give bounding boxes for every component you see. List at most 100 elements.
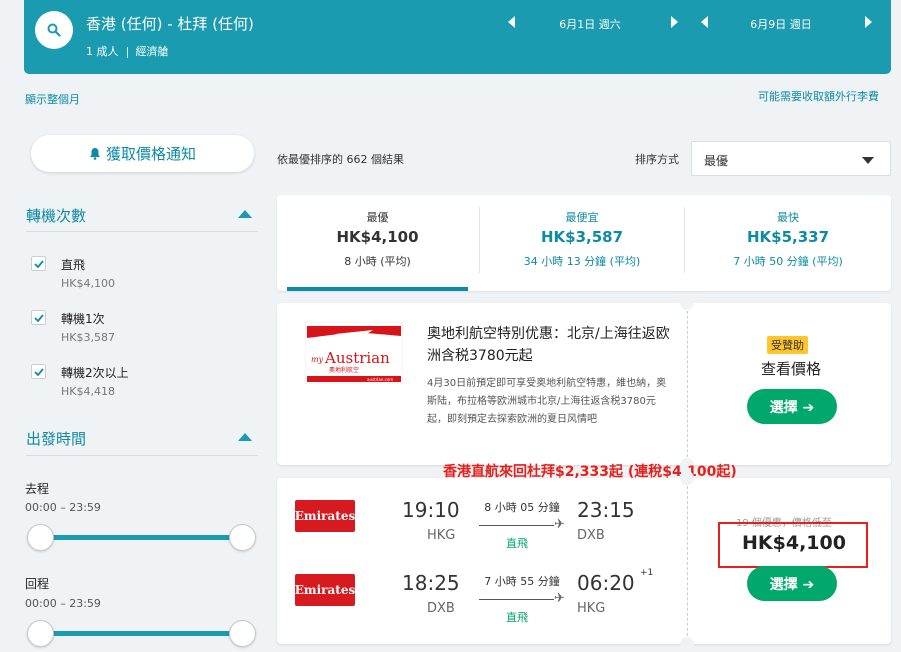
return-slider-min-handle[interactable] — [27, 620, 54, 647]
sort-dropdown[interactable]: 最優 — [691, 141, 891, 176]
ticket-notch — [680, 637, 694, 651]
outbound-range: 00:00 – 23:59 — [25, 501, 101, 514]
emirates-logo: Emirates — [295, 500, 355, 532]
leg2-arrive-time: 06:20 — [577, 571, 635, 595]
baggage-fees-link[interactable]: 可能需要收取額外行李費 — [758, 88, 879, 104]
next-depart-date-icon[interactable] — [671, 16, 678, 28]
leg1-stops: 直飛 — [506, 537, 528, 550]
sponsored-ad-card[interactable]: my Austrian 奧地利航空 austrian.com 奧地利航空特別优惠… — [277, 296, 891, 472]
tab-best[interactable]: 最優 HK$4,100 8 小時 (平均) — [277, 195, 478, 291]
return-range: 00:00 – 23:59 — [25, 597, 101, 610]
ad-select-button[interactable]: 選擇 ➔ — [747, 389, 837, 424]
chevron-down-icon — [862, 157, 874, 164]
flight-path-line — [479, 599, 554, 600]
return-label: 回程 — [25, 577, 50, 591]
tab-fastest[interactable]: 最快 HK$5,337 7 小時 50 分鐘 (平均) — [685, 195, 891, 291]
leg1-depart-time: 19:10 — [402, 498, 460, 522]
stops-one-price: HK$3,587 — [61, 331, 115, 344]
chevron-up-icon[interactable] — [238, 210, 252, 218]
flight-path-line — [479, 525, 554, 526]
sort-tabs: 最優 HK$4,100 8 小時 (平均) 最便宜 HK$3,587 34 小時… — [277, 195, 891, 291]
passengers: 1 成人 — [86, 45, 119, 58]
leg2-depart-time: 18:25 — [402, 571, 460, 595]
divider — [26, 231, 258, 232]
outbound-time-slider[interactable] — [40, 535, 242, 540]
sort-value: 最優 — [704, 154, 729, 168]
leg2-duration: 7 小時 55 分鐘 — [484, 575, 560, 588]
outbound-label: 去程 — [25, 482, 50, 496]
search-summary-bar[interactable]: 香港 (任何) - 杜拜 (任何) 1 成人 經濟艙 6月1日 週六 6月9日 週… — [24, 0, 891, 74]
tab-fastest-label: 最快 — [777, 211, 799, 224]
card-divider — [687, 486, 688, 636]
checkmark-icon — [33, 313, 44, 322]
return-slider-max-handle[interactable] — [229, 620, 256, 647]
flight-price: HK$4,100 — [742, 532, 846, 554]
stops-one-label[interactable]: 轉機1次 — [61, 310, 105, 327]
ad-title[interactable]: 奧地利航空特別优惠：北京/上海往返欧洲含税3780元起 — [427, 323, 672, 367]
tab-cheapest-duration: 34 小時 13 分鐘 (平均) — [523, 255, 641, 268]
search-button[interactable] — [35, 11, 73, 49]
depart-date[interactable]: 6月1日 週六 — [530, 16, 650, 32]
airplane-icon: ✈ — [554, 517, 565, 532]
flight-select-button[interactable]: 選擇 ➔ — [747, 566, 837, 601]
bell-icon — [89, 148, 100, 160]
emirates-logo: Emirates — [295, 574, 355, 606]
tab-cheapest-price: HK$3,587 — [540, 228, 624, 246]
checkmark-icon — [33, 259, 44, 268]
return-date-picker[interactable]: 6月9日 週日 — [701, 16, 872, 32]
trip-details[interactable]: 1 成人 經濟艙 — [86, 43, 169, 59]
ticket-notch — [680, 471, 694, 485]
divider — [26, 455, 258, 456]
leg1-arrive-airport: DXB — [577, 528, 605, 543]
leg2-day-offset: +1 — [640, 568, 654, 578]
sponsored-badge: 受贊助 — [767, 336, 808, 354]
leg1-depart-airport: HKG — [427, 528, 456, 543]
leg1-duration: 8 小時 05 分鐘 — [484, 501, 560, 514]
card-divider — [687, 311, 688, 457]
flight-result-card[interactable]: Emirates 19:10 HKG 8 小時 05 分鐘 ✈ 直飛 23:15… — [277, 471, 891, 651]
prev-return-date-icon[interactable] — [701, 16, 708, 28]
airplane-icon: ✈ — [554, 591, 565, 606]
stops-two-plus-price: HK$4,418 — [61, 385, 115, 398]
leg2-depart-airport: DXB — [427, 601, 455, 616]
leg2-arrive-airport: HKG — [577, 601, 606, 616]
tab-best-label: 最優 — [366, 211, 389, 224]
outbound-slider-max-handle[interactable] — [229, 524, 256, 551]
depart-date-picker[interactable]: 6月1日 週六 — [508, 16, 678, 32]
logo-brand-prefix: my — [311, 355, 324, 364]
next-return-date-icon[interactable] — [865, 16, 872, 28]
stops-nonstop-price: HK$4,100 — [61, 277, 115, 290]
price-alert-label: 獲取價格通知 — [105, 145, 196, 163]
return-date[interactable]: 6月9日 週日 — [721, 16, 841, 32]
stops-nonstop-checkbox[interactable] — [31, 256, 46, 271]
tab-best-price: HK$4,100 — [336, 228, 419, 246]
route-text[interactable]: 香港 (任何) - 杜拜 (任何) — [86, 13, 254, 34]
tab-best-duration: 8 小時 (平均) — [344, 255, 411, 268]
cabin-class: 經濟艙 — [135, 45, 169, 58]
search-icon — [47, 23, 61, 37]
view-price-text: 查看價格 — [761, 360, 822, 378]
active-tab-indicator — [287, 287, 468, 291]
leg2-stops: 直飛 — [506, 611, 528, 624]
divider — [126, 46, 128, 58]
stops-filter-title[interactable]: 轉機次數 — [26, 205, 86, 226]
times-filter-title[interactable]: 出發時間 — [26, 428, 86, 449]
stops-two-plus-label[interactable]: 轉機2次以上 — [61, 364, 129, 381]
tab-cheapest-label: 最便宜 — [565, 211, 599, 224]
show-month-link[interactable]: 顯示整個月 — [25, 91, 80, 107]
outbound-slider-min-handle[interactable] — [27, 524, 54, 551]
stops-nonstop-label[interactable]: 直飛 — [61, 256, 85, 273]
return-time-slider[interactable] — [40, 631, 242, 636]
chevron-up-icon[interactable] — [238, 433, 252, 441]
ad-description: 4月30日前預定即可享受奥地利航空特惠，維也納，奥斯陆，布拉格等欧洲城市北京/上… — [427, 378, 667, 425]
results-count: 依最優排序的 662 個結果 — [277, 153, 404, 166]
tab-fastest-duration: 7 小時 50 分鐘 (平均) — [733, 255, 843, 268]
prev-depart-date-icon[interactable] — [508, 16, 515, 28]
price-alert-button[interactable]: 獲取價格通知 — [31, 135, 254, 172]
tab-cheapest[interactable]: 最便宜 HK$3,587 34 小時 13 分鐘 (平均) — [480, 195, 684, 291]
leg1-arrive-time: 23:15 — [577, 498, 635, 522]
stops-one-checkbox[interactable] — [31, 310, 46, 325]
stops-two-plus-checkbox[interactable] — [31, 364, 46, 379]
ticket-notch — [680, 296, 694, 310]
tab-fastest-price: HK$5,337 — [746, 228, 830, 246]
